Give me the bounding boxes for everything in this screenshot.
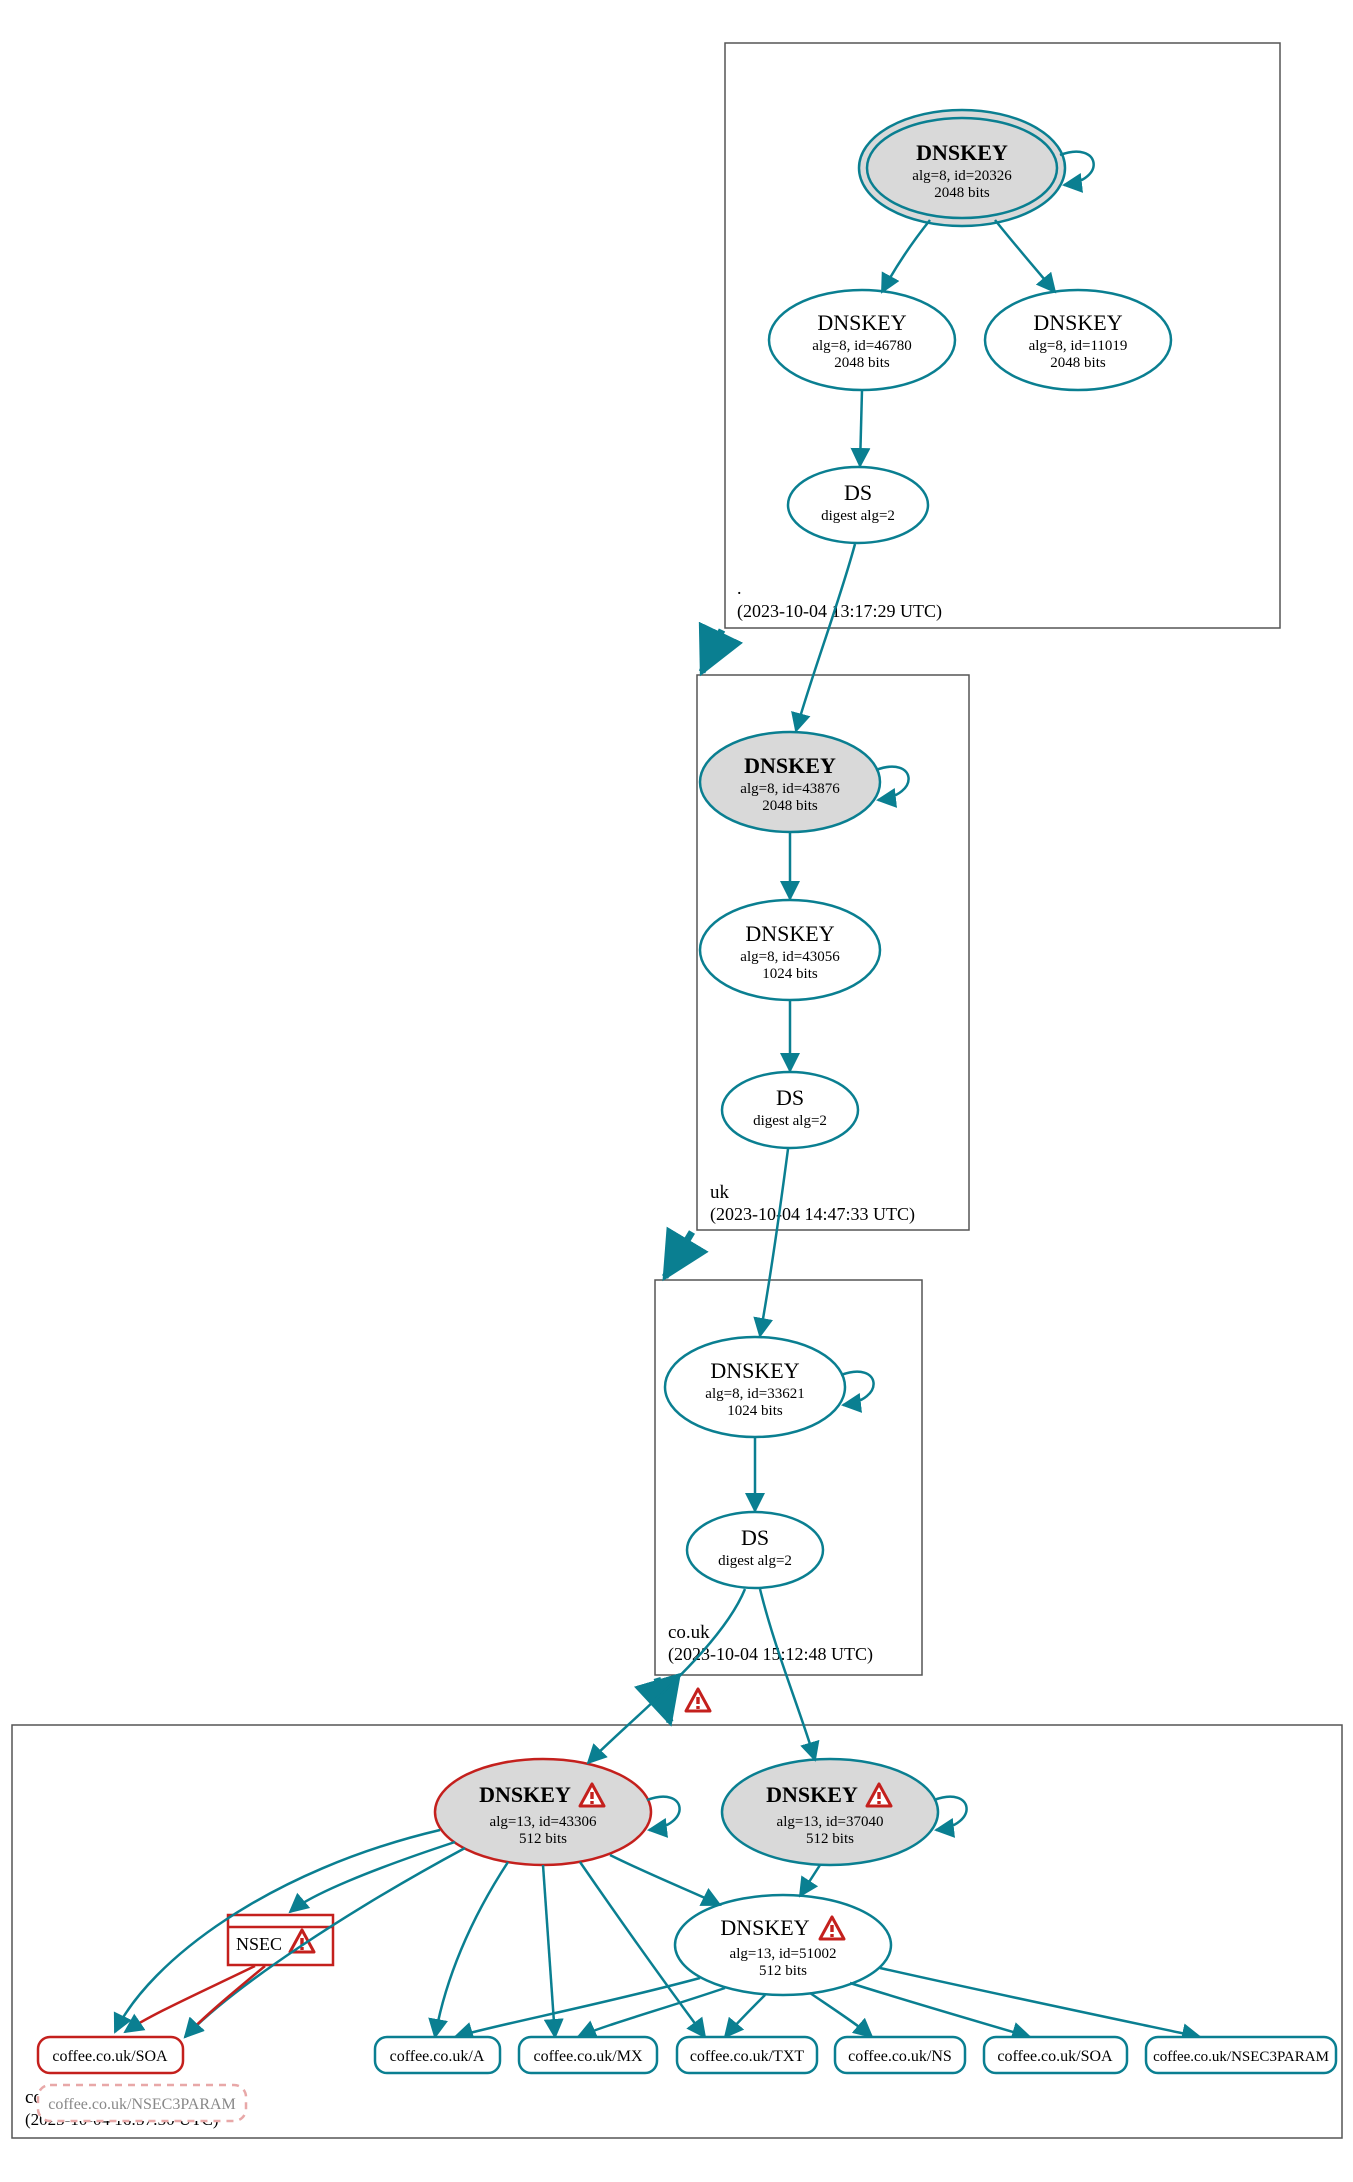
couk-ds — [687, 1512, 823, 1588]
rrset-a-label: coffee.co.uk/A — [390, 2048, 485, 2065]
edge-uk-to-couk-box — [665, 1232, 692, 1277]
rrset-mx-label: coffee.co.uk/MX — [534, 2048, 643, 2065]
rrset-soa-label: coffee.co.uk/SOA — [997, 2048, 1113, 2065]
uk-ksk-l3: 2048 bits — [762, 798, 818, 814]
root-ksk-l3: 2048 bits — [934, 185, 990, 201]
warning-icon — [686, 1689, 710, 1711]
edge-couk-to-coffee-box — [657, 1678, 670, 1722]
rrset-ns-label: coffee.co.uk/NS — [848, 2048, 952, 2065]
nsec-title: NSEC — [236, 1934, 282, 1954]
coffee-k2-l2: alg=13, id=37040 — [777, 1814, 884, 1830]
coffee-k1 — [435, 1759, 651, 1865]
edge-k1-ra — [435, 1862, 508, 2037]
coffee-k2 — [722, 1759, 938, 1865]
edge-rootksk-zsk2 — [995, 220, 1055, 292]
zone-uk-ts: (2023-10-04 14:47:33 UTC) — [710, 1204, 915, 1225]
edge-root-to-uk-box — [702, 630, 722, 672]
zone-couk-label: co.uk — [668, 1622, 710, 1643]
edge-k3-rtxt — [725, 1995, 765, 2037]
zone-root-label: . — [737, 578, 742, 598]
coffee-k2-l3: 512 bits — [806, 1831, 854, 1847]
uk-ds-l2: digest alg=2 — [753, 1113, 827, 1129]
nsec-box: NSEC — [228, 1915, 333, 1965]
coffee-k2-title: DNSKEY — [766, 1782, 858, 1807]
edge-k3-rmx — [578, 1988, 725, 2037]
edge-k1-rmx — [543, 1865, 555, 2037]
coffee-k3-title: DNSKEY — [720, 1915, 809, 1940]
uk-zsk-l3: 1024 bits — [762, 966, 818, 982]
couk-ksk-l2: alg=8, id=33621 — [705, 1386, 804, 1402]
coffee-k1-title: DNSKEY — [479, 1782, 571, 1807]
edge-k1-k3 — [610, 1855, 720, 1905]
edge-rootksk-zsk1 — [882, 220, 930, 292]
root-ksk-title: DNSKEY — [916, 140, 1008, 165]
root-ds-title: DS — [844, 480, 872, 505]
uk-ksk-title: DNSKEY — [744, 753, 836, 778]
coffee-k1-l3: 512 bits — [519, 1831, 567, 1847]
couk-ds-title: DS — [741, 1525, 769, 1550]
coffee-k1-l2: alg=13, id=43306 — [490, 1814, 597, 1830]
coffee-k3 — [675, 1895, 891, 1995]
rrset-soa-red-label: coffee.co.uk/SOA — [52, 2048, 168, 2065]
edge-k2-k3 — [800, 1865, 820, 1896]
rrset-nsec3-red-label: coffee.co.uk/NSEC3PARAM — [48, 2096, 236, 2113]
root-zsk2-title: DNSKEY — [1033, 310, 1122, 335]
edge-k3-rns — [810, 1993, 872, 2037]
rrset-txt-label: coffee.co.uk/TXT — [690, 2048, 805, 2065]
edge-k3-rnsec3 — [880, 1968, 1200, 2037]
root-ds — [788, 467, 928, 543]
uk-zsk-title: DNSKEY — [745, 921, 834, 946]
uk-zsk-l2: alg=8, id=43056 — [740, 949, 840, 965]
rrset-nsec3-label: coffee.co.uk/NSEC3PARAM — [1153, 2049, 1329, 2065]
edge-nsec-rsoa — [125, 1966, 255, 2032]
root-zsk1-l2: alg=8, id=46780 — [812, 338, 911, 354]
uk-ksk-l2: alg=8, id=43876 — [740, 781, 840, 797]
uk-ds — [722, 1072, 858, 1148]
edge-ds-to-ukksk — [796, 544, 855, 731]
root-zsk2-l3: 2048 bits — [1050, 355, 1106, 371]
uk-ds-title: DS — [776, 1085, 804, 1110]
root-ksk-l2: alg=8, id=20326 — [912, 168, 1012, 184]
couk-ksk-l3: 1024 bits — [727, 1403, 783, 1419]
edge-k3-rsoa — [850, 1983, 1030, 2037]
root-zsk2-l2: alg=8, id=11019 — [1029, 338, 1128, 354]
root-zsk1-l3: 2048 bits — [834, 355, 890, 371]
coffee-k3-l3: 512 bits — [759, 1963, 807, 1979]
coffee-k3-l2: alg=13, id=51002 — [730, 1946, 837, 1962]
edge-ukds-coukksk — [760, 1149, 788, 1336]
edge-coukds-coffeek1 — [588, 1589, 745, 1763]
couk-ds-l2: digest alg=2 — [718, 1553, 792, 1569]
edge-rootzsk1-ds — [860, 390, 862, 466]
couk-ksk-title: DNSKEY — [710, 1358, 799, 1383]
zone-coffee-box — [12, 1725, 1342, 2138]
root-zsk1-title: DNSKEY — [817, 310, 906, 335]
zone-uk-label: uk — [710, 1182, 730, 1203]
zone-root-ts: (2023-10-04 13:17:29 UTC) — [737, 601, 942, 622]
root-ds-l2: digest alg=2 — [821, 508, 895, 524]
